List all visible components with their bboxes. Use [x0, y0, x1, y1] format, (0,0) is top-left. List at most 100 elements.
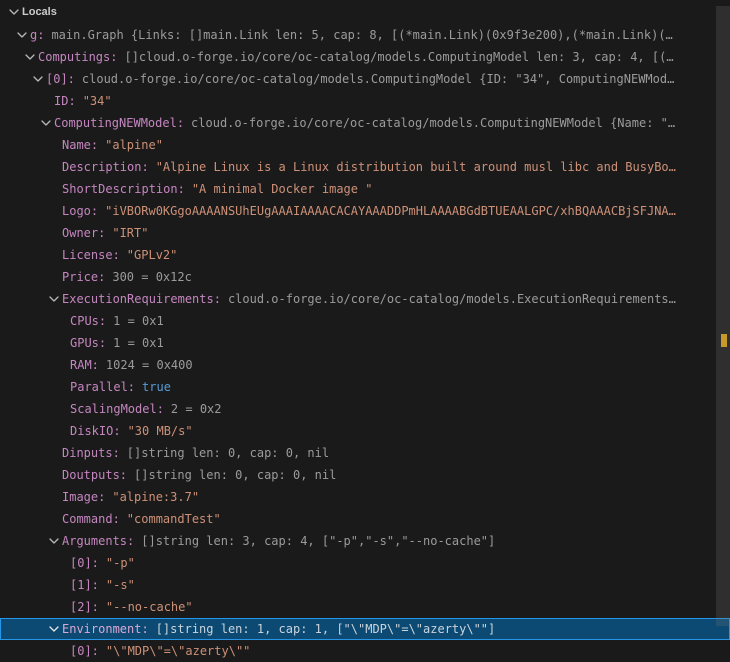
variable-name: g: — [30, 24, 44, 46]
variable-name: Name: — [62, 134, 98, 156]
variable-value: 2 = 0x2 — [164, 398, 222, 420]
chevron-down-icon[interactable] — [46, 530, 62, 552]
variable-row[interactable]: Price: 300 = 0x12c — [0, 266, 730, 288]
variable-row[interactable]: CPUs: 1 = 0x1 — [0, 310, 730, 332]
chevron-down-icon — [46, 156, 62, 178]
chevron-down-icon[interactable] — [30, 68, 46, 90]
variable-name: [0]: — [46, 68, 75, 90]
chevron-down-icon — [54, 376, 70, 398]
variable-row[interactable]: Name: "alpine" — [0, 134, 730, 156]
variable-value: "Alpine Linux is a Linux distribution bu… — [149, 156, 676, 178]
variable-row[interactable]: [2]: "--no-cache" — [0, 596, 730, 618]
variable-row[interactable]: License: "GPLv2" — [0, 244, 730, 266]
variable-name: [0]: — [70, 640, 99, 662]
variable-name: Command: — [62, 508, 120, 530]
chevron-down-icon — [46, 178, 62, 200]
variable-row[interactable]: Arguments: []string len: 3, cap: 4, ["-p… — [0, 530, 730, 552]
variable-row[interactable]: Doutputs: []string len: 0, cap: 0, nil — [0, 464, 730, 486]
variable-row[interactable]: GPUs: 1 = 0x1 — [0, 332, 730, 354]
variable-row[interactable]: [0]: "\"MDP\"=\"azerty\"" — [0, 640, 730, 662]
variable-name: ID: — [54, 90, 76, 112]
debug-variables-panel: Locals g: main.Graph {Links: []main.Link… — [0, 0, 730, 658]
variable-value: "-p" — [99, 552, 135, 574]
variable-row[interactable]: Logo: "iVBORw0KGgoAAAANSUhEUgAAAIAAAACAC… — [0, 200, 730, 222]
chevron-down-icon — [54, 574, 70, 596]
variable-name: Owner: — [62, 222, 105, 244]
variable-row[interactable]: [0]: cloud.o-forge.io/core/oc-catalog/mo… — [0, 68, 730, 90]
variable-name: RAM: — [70, 354, 99, 376]
variable-value: 300 = 0x12c — [105, 266, 191, 288]
vertical-scrollbar[interactable] — [716, 0, 730, 658]
variable-value: cloud.o-forge.io/core/oc-catalog/models.… — [221, 288, 676, 310]
variable-row[interactable]: Environment: []string len: 1, cap: 1, ["… — [0, 618, 730, 640]
chevron-down-icon[interactable] — [46, 618, 62, 640]
variable-row[interactable]: Parallel: true — [0, 376, 730, 398]
chevron-down-icon — [38, 90, 54, 112]
variable-name: [1]: — [70, 574, 99, 596]
chevron-down-icon — [54, 398, 70, 420]
chevron-down-icon — [54, 332, 70, 354]
variable-value: "iVBORw0KGgoAAAANSUhEUgAAAIAAAACACAYAAAD… — [98, 200, 676, 222]
variable-name: [2]: — [70, 596, 99, 618]
variable-value: 1 = 0x1 — [106, 310, 164, 332]
scrollbar-slider[interactable] — [716, 6, 730, 626]
chevron-down-icon — [46, 486, 62, 508]
scope-header-locals[interactable]: Locals — [0, 0, 730, 24]
variable-name: Description: — [62, 156, 149, 178]
variable-name: ShortDescription: — [62, 178, 185, 200]
variables-tree: g: main.Graph {Links: []main.Link len: 5… — [0, 24, 730, 662]
variable-value: []string len: 3, cap: 4, ["-p","-s","--n… — [134, 530, 495, 552]
variable-row[interactable]: ComputingNEWModel: cloud.o-forge.io/core… — [0, 112, 730, 134]
variable-value: "\"MDP\"=\"azerty\"" — [99, 640, 251, 662]
variable-value: "--no-cache" — [99, 596, 193, 618]
variable-name: Doutputs: — [62, 464, 127, 486]
chevron-down-icon — [46, 442, 62, 464]
variable-name: Environment: — [62, 619, 149, 639]
chevron-down-icon — [46, 464, 62, 486]
variable-value: cloud.o-forge.io/core/oc-catalog/models.… — [75, 68, 674, 90]
variable-name: DiskIO: — [70, 420, 121, 442]
variable-value: true — [135, 376, 171, 398]
chevron-down-icon — [46, 266, 62, 288]
variable-name: Image: — [62, 486, 105, 508]
variable-value: "30 MB/s" — [121, 420, 193, 442]
variable-row[interactable]: ShortDescription: "A minimal Docker imag… — [0, 178, 730, 200]
chevron-down-icon — [46, 222, 62, 244]
variable-row[interactable]: g: main.Graph {Links: []main.Link len: 5… — [0, 24, 730, 46]
variable-row[interactable]: [1]: "-s" — [0, 574, 730, 596]
variable-value: 1 = 0x1 — [106, 332, 164, 354]
chevron-down-icon[interactable] — [38, 112, 54, 134]
variable-name: ExecutionRequirements: — [62, 288, 221, 310]
variable-row[interactable]: Description: "Alpine Linux is a Linux di… — [0, 156, 730, 178]
variable-row[interactable]: Owner: "IRT" — [0, 222, 730, 244]
chevron-down-icon[interactable] — [46, 288, 62, 310]
chevron-down-icon — [54, 596, 70, 618]
variable-row[interactable]: DiskIO: "30 MB/s" — [0, 420, 730, 442]
chevron-down-icon[interactable] — [6, 0, 22, 24]
chevron-down-icon — [46, 244, 62, 266]
chevron-down-icon[interactable] — [14, 24, 30, 46]
variable-row[interactable]: Image: "alpine:3.7" — [0, 486, 730, 508]
variable-value: []cloud.o-forge.io/core/oc-catalog/model… — [117, 46, 673, 68]
variable-value: "A minimal Docker image " — [185, 178, 373, 200]
variable-row[interactable]: ExecutionRequirements: cloud.o-forge.io/… — [0, 288, 730, 310]
variable-value: "alpine" — [98, 134, 163, 156]
variable-value: "IRT" — [105, 222, 148, 244]
chevron-down-icon — [46, 200, 62, 222]
variable-row[interactable]: [0]: "-p" — [0, 552, 730, 574]
variable-row[interactable]: RAM: 1024 = 0x400 — [0, 354, 730, 376]
variable-value: 1024 = 0x400 — [99, 354, 193, 376]
chevron-down-icon[interactable] — [22, 46, 38, 68]
variable-row[interactable]: Computings: []cloud.o-forge.io/core/oc-c… — [0, 46, 730, 68]
variable-row[interactable]: Command: "commandTest" — [0, 508, 730, 530]
chevron-down-icon — [46, 508, 62, 530]
variable-name: [0]: — [70, 552, 99, 574]
variable-row[interactable]: ID: "34" — [0, 90, 730, 112]
variable-row[interactable]: Dinputs: []string len: 0, cap: 0, nil — [0, 442, 730, 464]
variable-value: "commandTest" — [120, 508, 221, 530]
scope-label: Locals — [22, 0, 57, 24]
variable-row[interactable]: ScalingModel: 2 = 0x2 — [0, 398, 730, 420]
chevron-down-icon — [54, 640, 70, 662]
variable-name: Logo: — [62, 200, 98, 222]
variable-value: []string len: 1, cap: 1, ["\"MDP\"=\"aze… — [149, 619, 496, 639]
